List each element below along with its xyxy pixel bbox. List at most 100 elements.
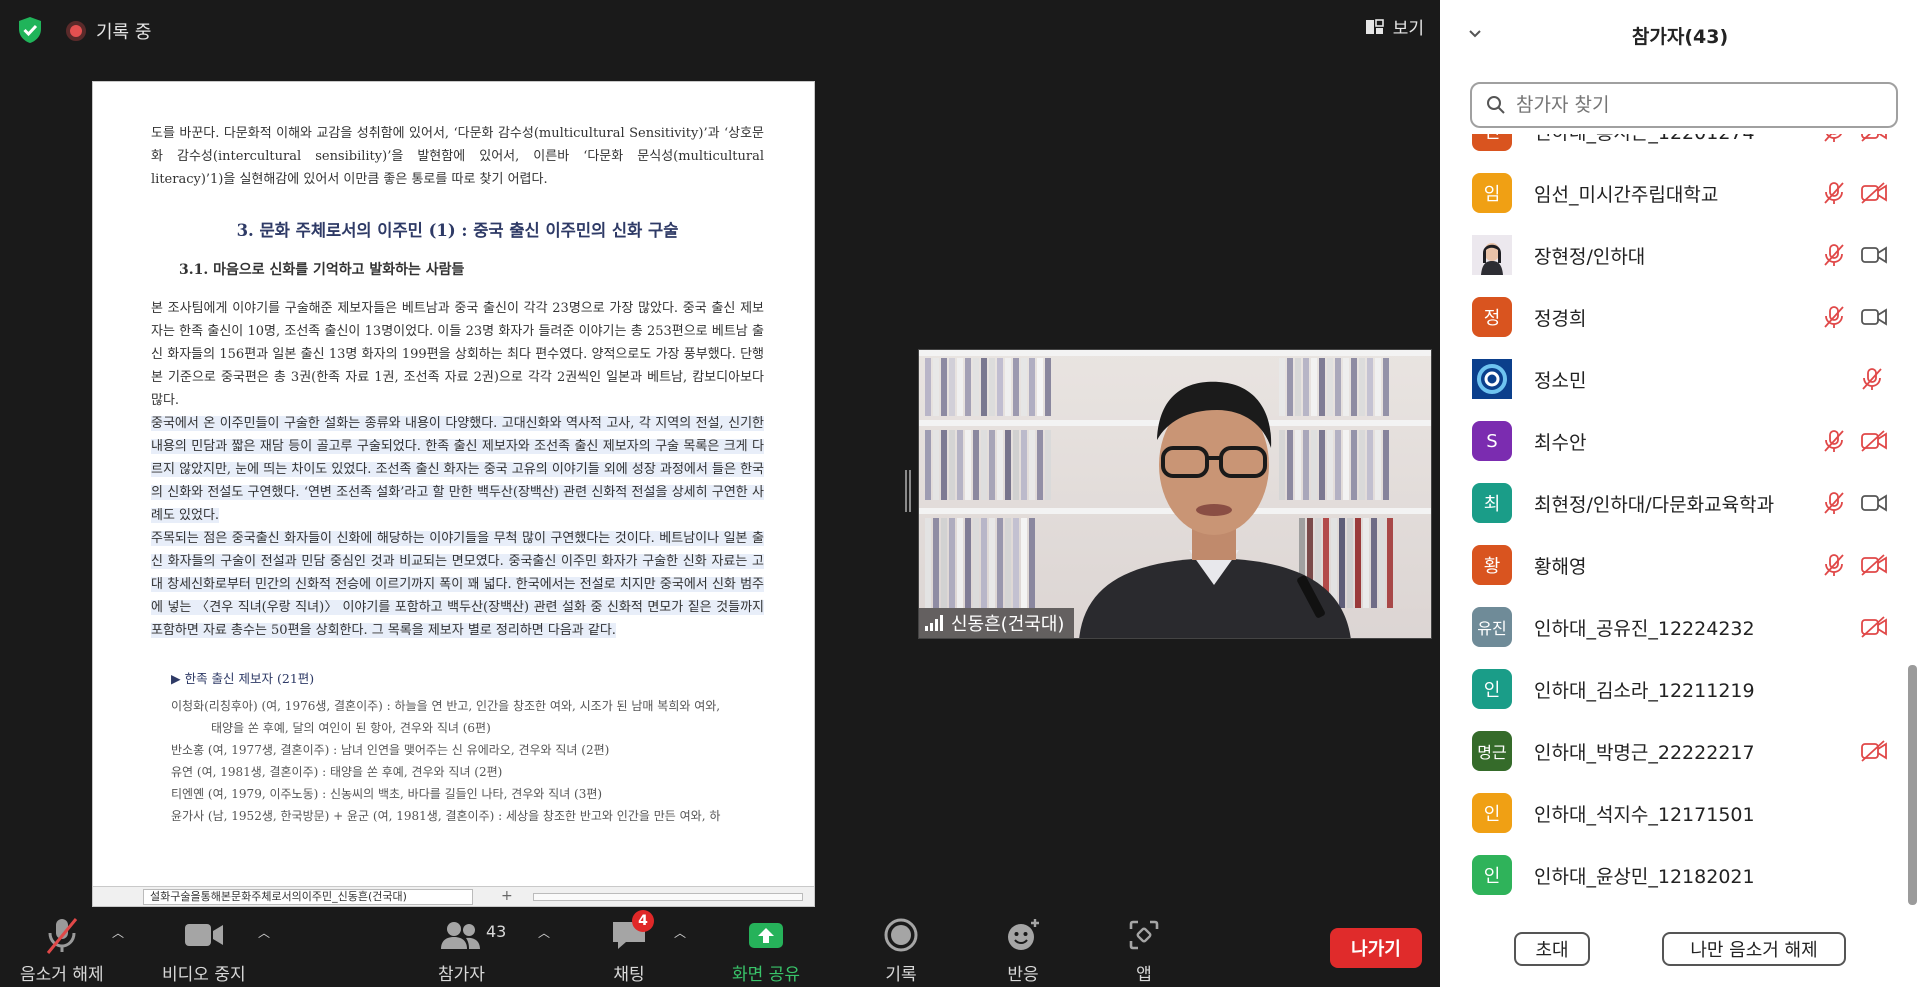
participants-button[interactable]: 43 참가자 bbox=[438, 914, 506, 985]
mic-muted-icon[interactable] bbox=[1822, 553, 1846, 581]
participant-row[interactable]: 인 인하대_홍지은_12201274 bbox=[1440, 134, 1906, 162]
reactions-label: 반응 bbox=[1007, 965, 1039, 985]
participants-icon bbox=[440, 914, 482, 956]
meeting-toolbar: 음소거 해제 ︿ 비디오 중지 ︿ 43 참가자 ︿ 4 채팅 ︿ 화면 공유 … bbox=[0, 908, 1440, 987]
recording-indicator[interactable]: 기록 중 bbox=[66, 18, 151, 44]
record-label: 기록 bbox=[885, 965, 917, 985]
leave-button[interactable]: 나가기 bbox=[1330, 928, 1422, 968]
participant-avatar: 명근 bbox=[1472, 731, 1512, 771]
speaker-name-tag: 신동흔(건국대) bbox=[919, 608, 1075, 638]
participant-avatar: 인 bbox=[1472, 669, 1512, 709]
participant-row[interactable]: 정소민 bbox=[1440, 348, 1906, 410]
document-horizontal-scrollbar[interactable] bbox=[533, 893, 803, 901]
stop-video-button[interactable]: 비디오 중지 bbox=[162, 914, 246, 985]
share-screen-label: 화면 공유 bbox=[732, 965, 800, 985]
mic-muted-icon[interactable] bbox=[1822, 243, 1846, 271]
mic-muted-icon[interactable] bbox=[1822, 491, 1846, 519]
speaker-name: 신동흔(건국대) bbox=[951, 614, 1065, 635]
participant-row[interactable]: 정 정경희 bbox=[1440, 286, 1906, 348]
participant-list[interactable]: 인 인하대_홍지은_12201274 임 임선_미시간주립대학교장현정/인하대정 정경희… bbox=[1440, 134, 1906, 907]
participant-avatar: 인 bbox=[1472, 793, 1512, 833]
participant-name: 최수안 bbox=[1534, 432, 1587, 454]
camera-off-icon[interactable] bbox=[1860, 553, 1888, 581]
panel-title: 참가자(43) bbox=[1631, 26, 1729, 48]
view-button[interactable]: 보기 bbox=[1365, 14, 1424, 39]
list-heading: ▶ 한족 출신 제보자 (21편) bbox=[171, 671, 315, 686]
resize-handle[interactable] bbox=[905, 470, 911, 512]
mic-muted-icon[interactable] bbox=[1822, 181, 1846, 209]
invite-button[interactable]: 초대 bbox=[1514, 932, 1590, 966]
participant-list-scrollbar[interactable] bbox=[1908, 665, 1917, 905]
participant-name: 최현정/인하대/다문화교육학과 bbox=[1534, 494, 1775, 516]
participants-options-chevron-icon[interactable]: ︿ bbox=[538, 924, 550, 941]
camera-off-icon[interactable] bbox=[1860, 429, 1888, 457]
camera-off-icon[interactable] bbox=[1860, 615, 1888, 643]
participant-row[interactable]: 인 인하대_석지수_12171501 bbox=[1440, 782, 1906, 844]
bookshelf-row bbox=[925, 430, 1051, 500]
share-screen-button[interactable]: 화면 공유 bbox=[732, 914, 800, 985]
security-shield-icon[interactable] bbox=[14, 14, 46, 46]
participant-search[interactable] bbox=[1470, 82, 1898, 128]
mic-muted-icon[interactable] bbox=[1860, 367, 1884, 395]
participant-avatar: S bbox=[1472, 421, 1512, 461]
participant-avatar: 인 bbox=[1472, 134, 1512, 151]
share-screen-icon bbox=[748, 914, 784, 956]
participant-avatar: 인 bbox=[1472, 855, 1512, 895]
chat-button[interactable]: 4 채팅 bbox=[610, 910, 654, 985]
list-item-continuation: 태양을 쏜 후예, 달의 여인이 된 항아, 견우와 직녀 (6편) bbox=[211, 721, 491, 735]
camera-on-icon[interactable] bbox=[1860, 243, 1888, 271]
participant-avatar: 유진 bbox=[1472, 607, 1512, 647]
mic-muted-icon[interactable] bbox=[1822, 305, 1846, 333]
participants-panel: 참가자(43) 인 인하대_홍지은_12201274 임 임선_미시간주립대학교장현정… bbox=[1440, 0, 1920, 987]
speaker-person bbox=[1079, 381, 1351, 638]
reactions-button[interactable]: 반응 bbox=[1005, 914, 1041, 985]
mic-muted-icon bbox=[42, 914, 82, 956]
video-options-chevron-icon[interactable]: ︿ bbox=[258, 924, 270, 941]
participant-row[interactable]: 임 임선_미시간주립대학교 bbox=[1440, 162, 1906, 224]
camera-off-icon[interactable] bbox=[1860, 739, 1888, 767]
camera-on-icon[interactable] bbox=[1860, 491, 1888, 519]
apps-button[interactable]: 앱 bbox=[1128, 914, 1160, 985]
record-button[interactable]: 기록 bbox=[884, 914, 918, 985]
stop-video-label: 비디오 중지 bbox=[162, 965, 246, 985]
camera-off-icon[interactable] bbox=[1860, 134, 1888, 147]
participant-name: 인하대_박명근_22222217 bbox=[1534, 742, 1755, 764]
unmute-button[interactable]: 음소거 해제 bbox=[20, 914, 104, 985]
zoom-window: 기록 중 보기 도를 바꾼다. 다문화적 이해와 교감을 성취함에 있어서, ‘… bbox=[0, 0, 1920, 987]
participant-avatar: 최 bbox=[1472, 483, 1512, 523]
participant-row[interactable]: 황 황해영 bbox=[1440, 534, 1906, 596]
view-layout-icon bbox=[1365, 18, 1384, 34]
participant-row[interactable]: 유진 인하대_공유진_12224232 bbox=[1440, 596, 1906, 658]
document-sheet-tab[interactable]: 설화구술을통해본문화주체로서의이주민_신동흔(건국대) bbox=[143, 889, 473, 905]
speaker-video[interactable]: 신동흔(건국대) bbox=[918, 349, 1432, 639]
participant-avatar bbox=[1472, 235, 1512, 275]
camera-on-icon[interactable] bbox=[1860, 305, 1888, 333]
audio-options-chevron-icon[interactable]: ︿ bbox=[112, 924, 124, 941]
list-item: 반소홍 (여, 1977생, 결혼이주) : 남녀 인연을 맺어주는 신 유에라… bbox=[171, 743, 610, 757]
document-sheet-bar: 설화구술을통해본문화주체로서의이주민_신동흔(건국대) + bbox=[93, 886, 814, 906]
bookshelf-row bbox=[925, 518, 1035, 608]
shared-document[interactable]: 도를 바꾼다. 다문화적 이해와 교감을 성취함에 있어서, ‘다문화 감수성(… bbox=[92, 81, 815, 907]
chat-options-chevron-icon[interactable]: ︿ bbox=[674, 924, 686, 941]
participant-row[interactable]: 인 인하대_김소라_12211219 bbox=[1440, 658, 1906, 720]
participant-name: 황해영 bbox=[1534, 556, 1587, 578]
unmute-me-button[interactable]: 나만 음소거 해제 bbox=[1662, 932, 1846, 966]
signal-strength-icon bbox=[925, 615, 943, 631]
paragraph-2-text: 중국에서 온 이주민들이 구술한 설화는 종류와 내용이 다양했다. 고대신화와… bbox=[151, 416, 764, 523]
participant-row[interactable]: 장현정/인하대 bbox=[1440, 224, 1906, 286]
document-paragraph-1: 본 조사팀에게 이야기를 구술해준 제보자들은 베트남과 중국 출신이 각각 2… bbox=[151, 301, 764, 408]
participant-row[interactable]: 최 최현정/인하대/다문화교육학과 bbox=[1440, 472, 1906, 534]
participant-name: 인하대_석지수_12171501 bbox=[1534, 804, 1755, 826]
participants-count: 43 bbox=[486, 922, 507, 941]
participant-row[interactable]: 인 인하대_윤상민_12182021 bbox=[1440, 844, 1906, 906]
add-sheet-button[interactable]: + bbox=[501, 888, 513, 904]
mic-muted-icon[interactable] bbox=[1822, 134, 1846, 147]
camera-off-icon[interactable] bbox=[1860, 181, 1888, 209]
mic-muted-icon[interactable] bbox=[1822, 429, 1846, 457]
participant-row[interactable]: S 최수안 bbox=[1440, 410, 1906, 472]
participant-name: 정소민 bbox=[1534, 370, 1587, 392]
meeting-area: 기록 중 보기 도를 바꾼다. 다문화적 이해와 교감을 성취함에 있어서, ‘… bbox=[0, 0, 1440, 987]
list-item: 이청화(리칭후아) (여, 1976생, 결혼이주) : 하늘을 연 반고, 인… bbox=[171, 695, 764, 739]
participant-search-input[interactable] bbox=[1516, 94, 1876, 116]
participant-row[interactable]: 명근 인하대_박명근_22222217 bbox=[1440, 720, 1906, 782]
